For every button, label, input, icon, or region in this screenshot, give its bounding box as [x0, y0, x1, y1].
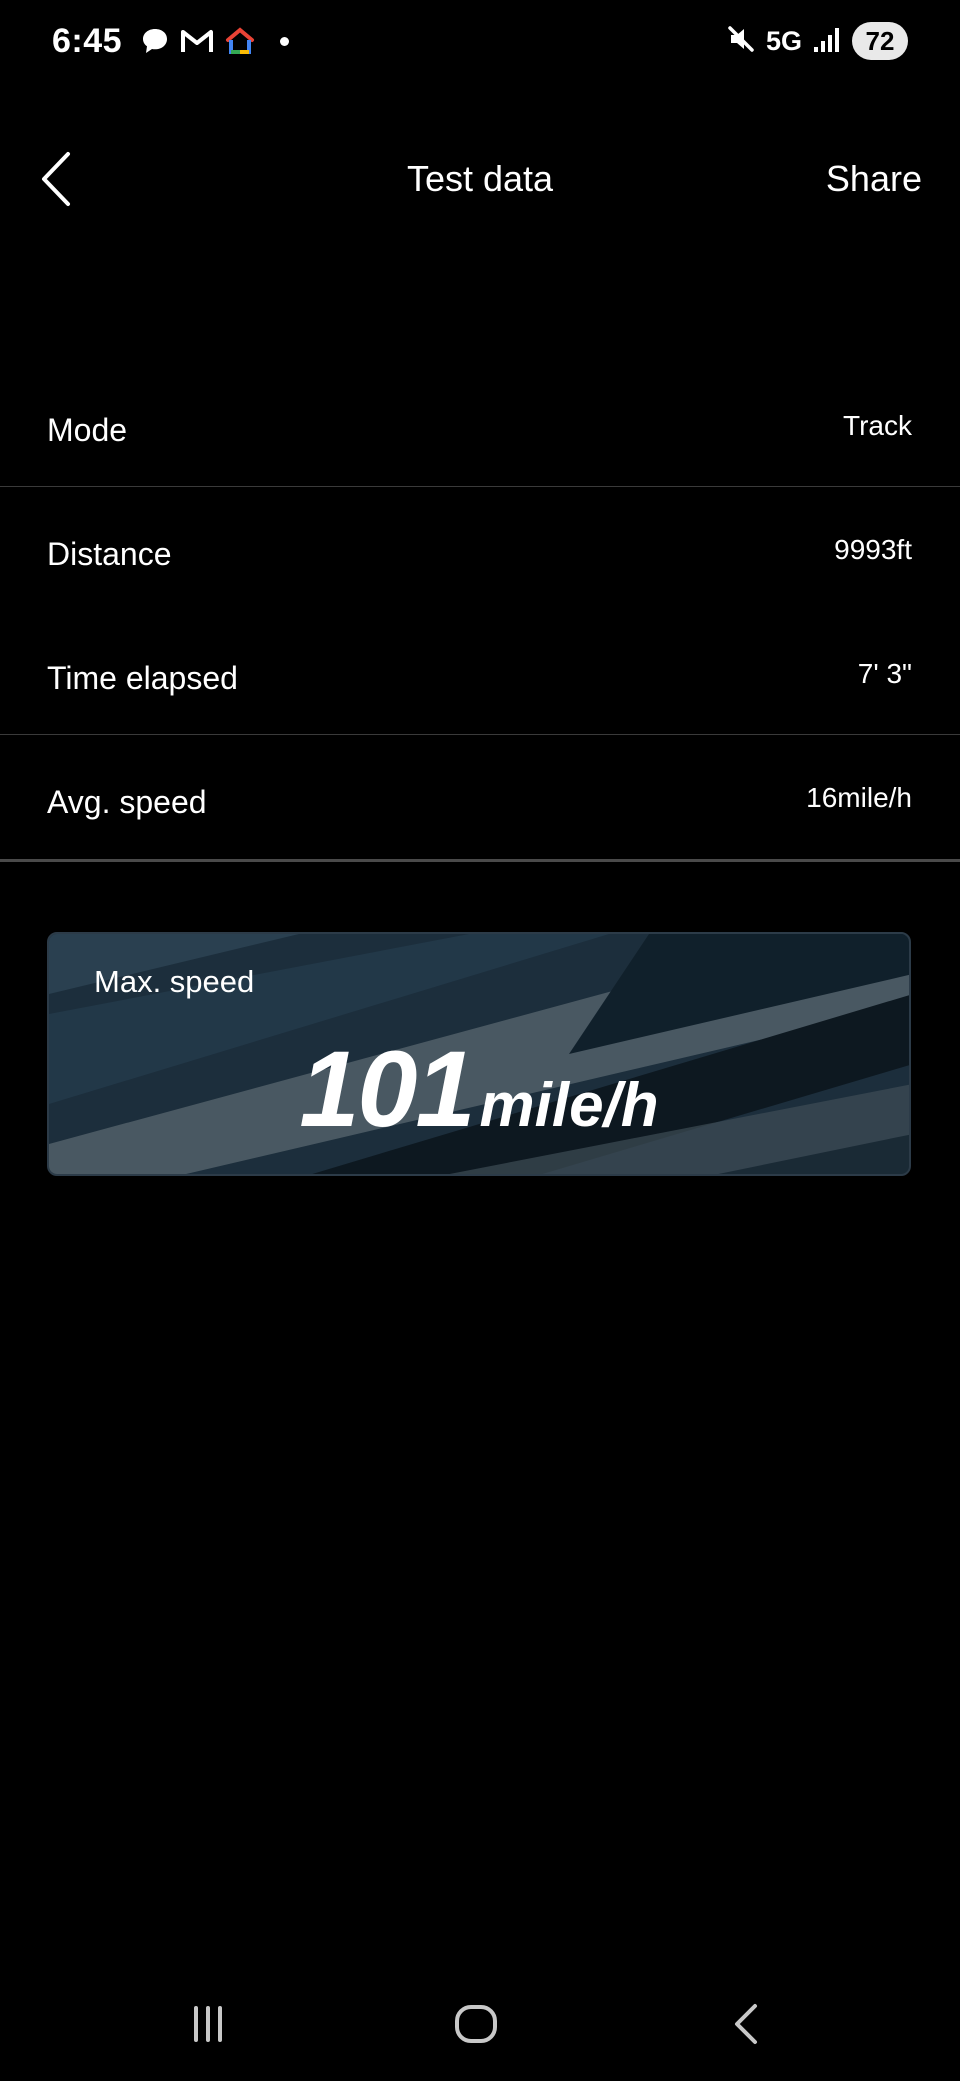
status-time: 6:45 [52, 22, 123, 60]
row-label: Mode [47, 412, 128, 448]
row-value: 7' 3" [857, 658, 912, 689]
max-speed-value: 101 [299, 1028, 475, 1149]
notification-icons [140, 26, 289, 56]
page-title: Test data [406, 158, 554, 199]
app-header: Test data Share [0, 120, 960, 240]
max-speed-label: Max. speed [94, 964, 255, 999]
system-icons: 5G 72 [726, 22, 908, 60]
row-value: Track [843, 410, 912, 441]
system-back-button[interactable] [706, 1994, 786, 2054]
chat-bubble-icon [140, 26, 170, 56]
google-home-icon [224, 26, 256, 56]
mute-icon [726, 24, 756, 59]
max-speed-card: Max. speed 101mile/h [47, 932, 911, 1176]
divider [0, 734, 960, 735]
recent-apps-button[interactable] [168, 1994, 248, 2054]
share-button[interactable]: Share [826, 158, 922, 200]
network-type: 5G [765, 25, 802, 56]
home-icon [455, 2005, 497, 2043]
row-value: 9993ft [834, 534, 912, 565]
list-item-time-elapsed: Time elapsed 7' 3" [0, 618, 960, 742]
divider [0, 486, 960, 487]
gmail-icon [180, 27, 214, 55]
battery-indicator: 72 [852, 22, 908, 60]
test-data-list: Mode Track Distance 9993ft Time elapsed … [0, 370, 960, 866]
divider [0, 859, 960, 862]
system-nav-bar [0, 1980, 960, 2070]
list-item-avg-speed: Avg. speed 16mile/h [0, 742, 960, 866]
row-value: 16mile/h [806, 782, 912, 813]
max-speed-readout: 101mile/h [49, 1026, 909, 1151]
back-arrow-icon [735, 2004, 757, 2044]
list-item-mode: Mode Track [0, 370, 960, 494]
home-button[interactable] [436, 1994, 516, 2054]
signal-icon [812, 25, 842, 58]
list-item-distance: Distance 9993ft [0, 494, 960, 618]
status-bar: 6:45 5G 72 [0, 0, 960, 90]
row-label: Avg. speed [47, 784, 207, 820]
recent-apps-icon [194, 2006, 222, 2042]
max-speed-unit: mile/h [479, 1071, 659, 1140]
row-label: Distance [47, 536, 172, 572]
row-label: Time elapsed [47, 660, 238, 696]
more-notifications-dot [280, 36, 289, 46]
